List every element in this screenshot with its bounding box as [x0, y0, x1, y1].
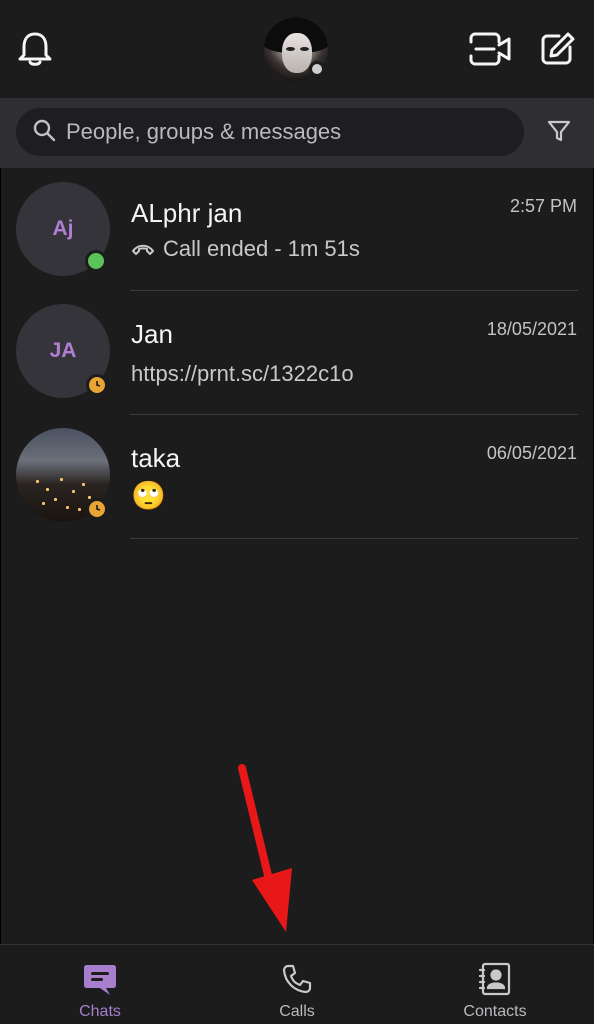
chat-list-item[interactable]: Aj ALphr jan 2:57 PM Call ended - 1m 51s [0, 168, 594, 292]
chat-preview-emoji: 🙄 [131, 480, 166, 511]
filter-icon[interactable] [546, 118, 574, 146]
away-clock-icon [86, 374, 108, 396]
search-placeholder: People, groups & messages [66, 119, 342, 144]
chat-preview-text: Call ended - 1m 51s [163, 236, 360, 261]
chat-time: 06/05/2021 [486, 443, 577, 463]
chat-bubble-icon [82, 961, 118, 997]
chat-preview: https://prnt.sc/1322c1o [131, 361, 354, 387]
chat-name: taka [131, 443, 181, 473]
bell-icon[interactable] [14, 28, 56, 70]
chat-time: 18/05/2021 [486, 319, 577, 339]
chat-time: 2:57 PM [509, 196, 577, 216]
away-clock-icon [86, 498, 108, 520]
tab-chats[interactable]: Chats [60, 945, 140, 1024]
bottom-navigation: Chats Calls Contacts [0, 944, 594, 1024]
video-camera-icon[interactable] [466, 28, 512, 70]
phone-icon [279, 961, 315, 997]
chat-preview: Call ended - 1m 51s [131, 236, 360, 262]
compose-icon[interactable] [536, 28, 578, 70]
chat-name: ALphr jan [131, 198, 243, 228]
chat-preview-text: https://prnt.sc/1322c1o [131, 361, 354, 386]
tab-label: Chats [79, 1003, 121, 1020]
divider [130, 538, 578, 539]
profile-status-dot [309, 61, 325, 77]
search-input[interactable]: People, groups & messages [16, 108, 524, 156]
tab-label: Calls [279, 1003, 315, 1020]
online-status-icon [85, 250, 107, 272]
tab-label: Contacts [463, 1003, 527, 1020]
chat-list-item[interactable]: JA Jan 18/05/2021 https://prnt.sc/1322c1… [0, 291, 594, 415]
search-icon [32, 118, 56, 147]
chat-list-item[interactable]: taka 06/05/2021 🙄 [0, 415, 594, 539]
top-bar [0, 0, 594, 98]
contacts-icon [477, 961, 513, 997]
tab-calls[interactable]: Calls [257, 945, 337, 1024]
search-bar-area: People, groups & messages [0, 98, 594, 168]
chat-name: Jan [131, 319, 173, 349]
tab-contacts[interactable]: Contacts [450, 945, 540, 1024]
call-ended-icon [131, 242, 155, 256]
